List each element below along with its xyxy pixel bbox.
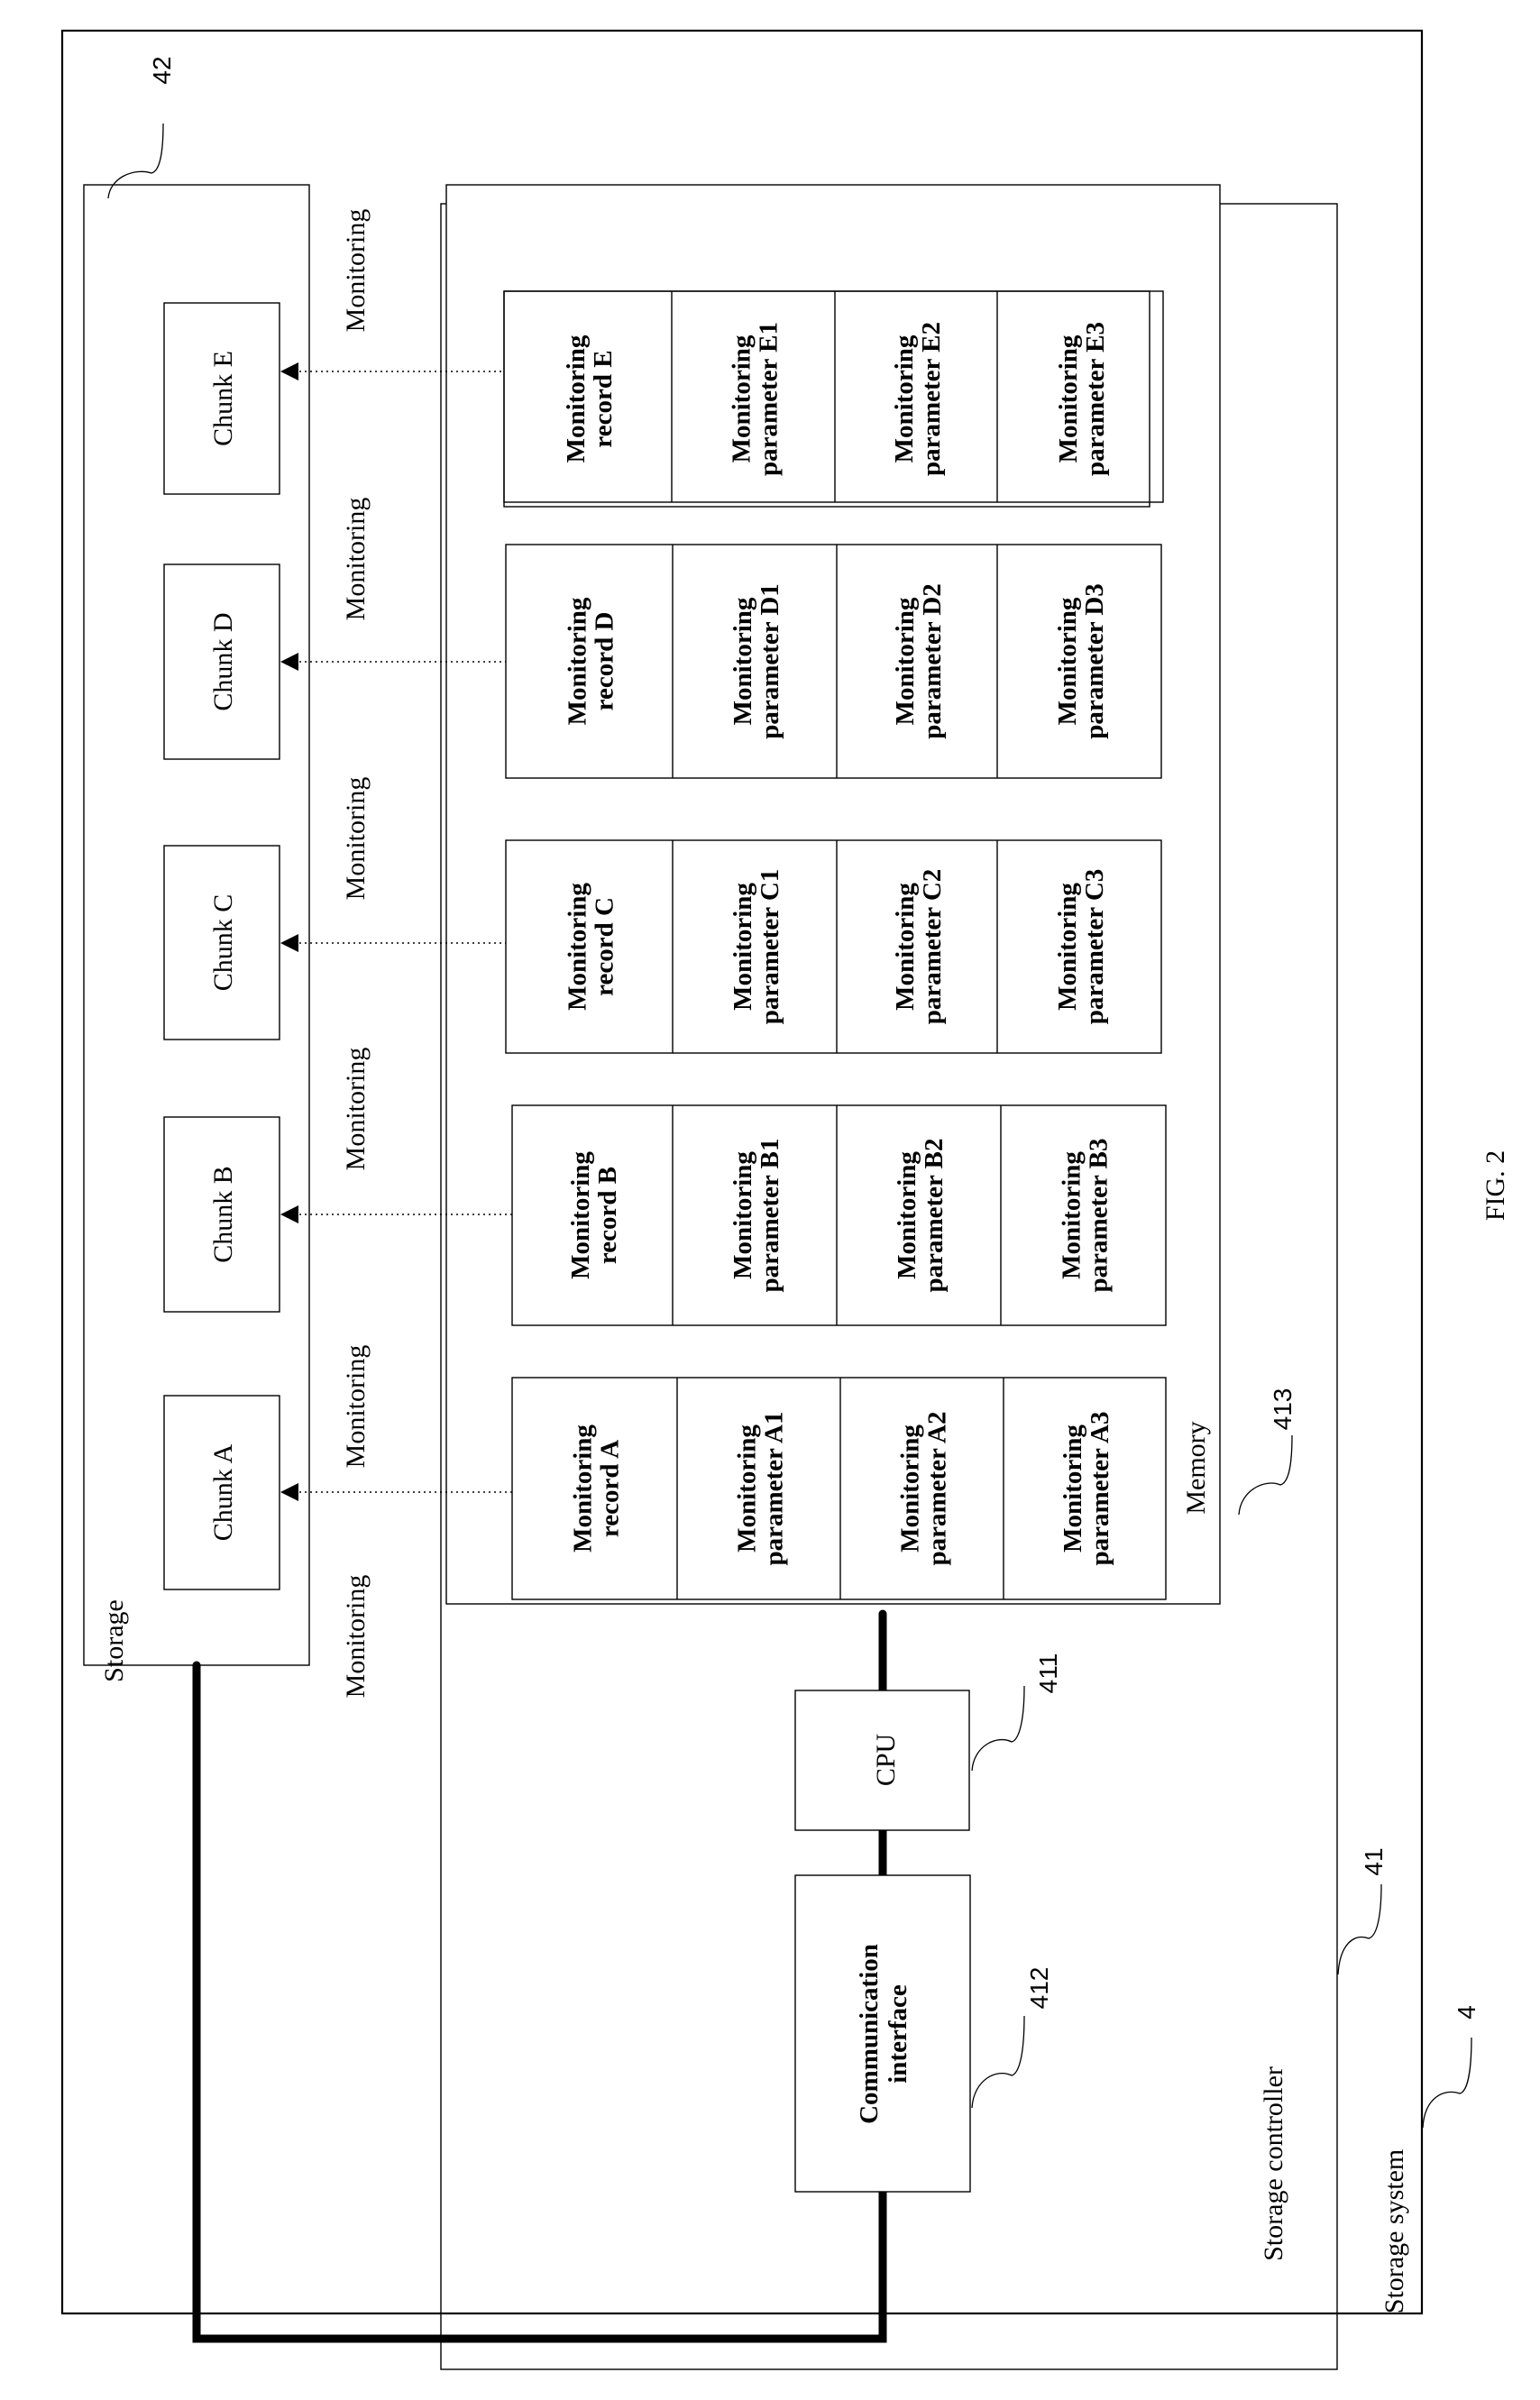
parameter-label-line1: Monitoring [891,883,920,1011]
record-label-line1: Monitoring [569,1424,598,1553]
ref-4: 4 [1453,2005,1480,2020]
arrowhead-icon [280,653,298,671]
parameter-label-line2: parameter C2 [918,869,947,1025]
chunk-c: Chunk C [163,845,280,1040]
chunk-a: Chunk A [163,1395,280,1590]
ref-411: 411 [1034,1653,1062,1694]
parameter-label-line2: parameter C1 [756,869,784,1025]
communication-interface-label-line1: Communication [855,1944,884,2124]
monitoring-label: Monitoring [341,777,371,901]
record-label-line2: record C [591,897,619,996]
parameter-label-line1: Monitoring [729,1151,757,1279]
parameter-label-line2: parameter B2 [920,1139,949,1293]
chunk-label: Chunk E [208,351,238,446]
parameter-label-line2: parameter B3 [1085,1139,1114,1293]
parameter-label-line1: Monitoring [1059,1424,1087,1553]
parameter-label-line1: Monitoring [1053,883,1082,1011]
ref-42: 42 [148,56,176,84]
figure-canvas: Chunk E Chunk D Chunk C Chunk B Chunk A Moni… [0,0,1540,2400]
parameter-label-line1: Monitoring [1058,1151,1086,1279]
record-label-line2: record D [591,612,619,711]
parameter-label-line1: Monitoring [729,597,757,725]
parameter-label-line2: parameter B1 [756,1139,784,1293]
record-label-line1: Monitoring [564,883,592,1011]
parameter-label-line1: Monitoring [733,1424,762,1553]
parameter-label-line2: parameter A3 [1086,1412,1114,1566]
communication-interface-label-line2: interface [884,1984,912,2084]
monitoring-label: Monitoring [341,1345,371,1469]
leader-411 [971,1685,1025,1772]
chunk-d: Chunk D [163,563,280,760]
parameter-label-line1: Monitoring [891,597,920,725]
record-label-line2: record A [596,1440,625,1537]
storage-box [83,184,310,1666]
storage-label: Storage [99,1599,129,1682]
chunk-label: Chunk B [208,1166,238,1263]
arrowhead-icon [280,934,298,952]
ref-413: 413 [1269,1388,1297,1431]
chunk-label: Chunk C [208,894,238,992]
leader-412 [971,2015,1025,2109]
parameter-label-line1: Monitoring [728,334,756,463]
leader-42 [107,123,164,199]
arrowhead-icon [280,1205,298,1223]
parameter-label-line2: parameter E1 [755,322,784,476]
storage-controller-label: Storage controller [1259,2066,1288,2261]
chunk-label: Chunk A [208,1443,238,1541]
parameter-label-line1: Monitoring [1054,334,1083,463]
parameter-label-line2: parameter E3 [1081,322,1110,476]
ref-412: 412 [1025,1967,1053,2010]
ref-41: 41 [1360,1847,1388,1875]
arrowhead-icon [280,1483,298,1501]
chunk-group: Chunk E Chunk D Chunk C Chunk B Chunk A [163,302,280,1590]
parameter-label-line1: Monitoring [729,883,757,1011]
parameter-label-line1: Monitoring [893,1151,921,1279]
figure-caption: FIG. 2 [1480,1150,1510,1221]
arrowhead-icon [280,362,298,380]
parameter-label-line1: Monitoring [1053,597,1082,725]
chunk-label: Chunk D [208,612,238,710]
record-label-line2: record B [593,1167,622,1264]
memory-label: Memory [1181,1421,1211,1514]
chunk-e: Chunk E [163,302,280,495]
record-label-line1: Monitoring [564,597,592,725]
parameter-label-line2: parameter E2 [917,322,946,476]
monitoring-label: Monitoring [341,1575,371,1699]
monitoring-label-group: Monitoring Monitoring Monitoring Monitoring… [341,209,371,1699]
monitoring-label: Monitoring [341,498,371,621]
monitoring-label: Monitoring [341,1048,371,1171]
leader-4 [1422,2037,1472,2129]
leader-413 [1238,1434,1293,1516]
storage-system-label: Storage system [1380,2149,1409,2313]
cpu-label: CPU [871,1733,901,1786]
parameter-label-line2: parameter A1 [760,1412,789,1566]
record-label-line1: Monitoring [566,1151,595,1279]
parameter-label-line2: parameter C3 [1080,869,1109,1025]
parameter-label-line2: parameter D2 [918,583,947,739]
diagram-svg: Chunk E Chunk D Chunk C Chunk B Chunk A Moni… [60,29,1510,2370]
bus-comm-storage [192,1661,887,2343]
parameter-label-line1: Monitoring [896,1424,925,1553]
record-label-line1: Monitoring [562,334,591,463]
chunk-b: Chunk B [163,1116,280,1313]
record-label-line2: record E [589,350,618,447]
parameter-label-line1: Monitoring [890,334,919,463]
parameter-label-line2: parameter D3 [1080,583,1109,739]
monitoring-label: Monitoring [341,209,371,333]
leader-41 [1337,1883,1382,1975]
parameter-label-line2: parameter A2 [923,1412,952,1566]
parameter-label-line2: parameter D1 [756,583,784,739]
